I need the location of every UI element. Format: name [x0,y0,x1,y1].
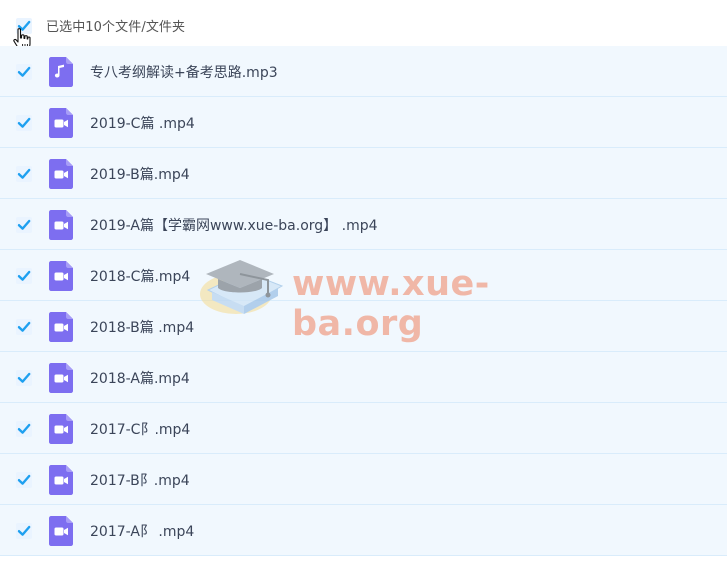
file-row[interactable]: 2018-C篇.mp4 [0,250,727,301]
checkmark-icon [16,370,32,386]
file-row[interactable]: 2019-B篇.mp4 [0,148,727,199]
file-checkbox[interactable] [16,268,32,288]
file-name[interactable]: 2018-C篇.mp4 [90,266,190,286]
file-row[interactable]: 2019-C篇 .mp4 [0,97,727,148]
file-row[interactable]: 2018-B篇 .mp4 [0,301,727,352]
music-note-icon [49,57,73,87]
file-checkbox[interactable] [16,523,32,543]
file-row[interactable]: 2017-B⻖.mp4 [0,454,727,505]
checkmark-icon [16,472,32,488]
checkmark-icon [16,523,32,539]
file-row[interactable]: 2017-C⻖.mp4 [0,403,727,454]
file-name[interactable]: 2019-A篇【学霸网www.xue-ba.org】 .mp4 [90,215,378,235]
file-name[interactable]: 2019-C篇 .mp4 [90,113,195,133]
file-checkbox[interactable] [16,421,32,441]
checkmark-icon [16,319,32,335]
video-camera-icon [49,414,73,444]
checkmark-icon [16,166,32,182]
checkmark-icon [16,217,32,233]
file-checkbox[interactable] [16,319,32,339]
file-name[interactable]: 2017-B⻖.mp4 [90,470,190,490]
video-camera-icon [49,108,73,138]
checkmark-icon [16,115,32,131]
video-camera-icon [49,312,73,342]
video-camera-icon [49,465,73,495]
file-checkbox[interactable] [16,64,32,84]
video-camera-icon [49,261,73,291]
file-checkbox[interactable] [16,217,32,237]
selection-header: 已选中10个文件/文件夹 [0,0,727,46]
file-row[interactable]: 2019-A篇【学霸网www.xue-ba.org】 .mp4 [0,199,727,250]
file-checkbox[interactable] [16,472,32,492]
file-name[interactable]: 专八考纲解读+备考思路.mp3 [90,62,278,82]
file-name[interactable]: 2017-C⻖.mp4 [90,419,190,439]
file-name[interactable]: 2018-A篇.mp4 [90,368,190,388]
video-camera-icon [49,516,73,546]
file-row[interactable]: 2017-A⻖ .mp4 [0,505,727,556]
file-list: 专八考纲解读+备考思路.mp3 2019-C篇 .mp4 2019-B篇.mp4 20… [0,46,727,556]
checkmark-icon [16,268,32,284]
file-row[interactable]: 专八考纲解读+备考思路.mp3 [0,46,727,97]
checkmark-icon [16,64,32,80]
file-checkbox[interactable] [16,166,32,186]
file-name[interactable]: 2018-B篇 .mp4 [90,317,194,337]
video-camera-icon [49,363,73,393]
checkmark-icon [16,421,32,437]
file-row[interactable]: 2018-A篇.mp4 [0,352,727,403]
file-name[interactable]: 2017-A⻖ .mp4 [90,521,194,541]
file-checkbox[interactable] [16,370,32,390]
file-name[interactable]: 2019-B篇.mp4 [90,164,190,184]
selected-count-label: 已选中10个文件/文件夹 [46,20,186,35]
file-checkbox[interactable] [16,115,32,135]
video-camera-icon [49,159,73,189]
video-camera-icon [49,210,73,240]
